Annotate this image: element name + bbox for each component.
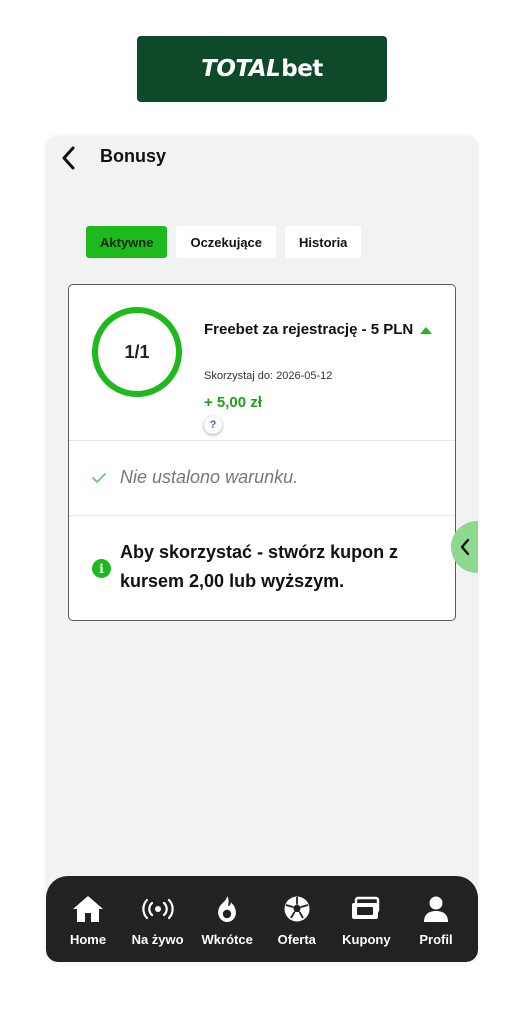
chevron-left-icon	[62, 146, 75, 170]
check-icon	[92, 473, 106, 483]
app-window: Bonusy Aktywne Oczekujące Historia 1/1 F…	[46, 136, 478, 962]
header: Bonusy	[46, 136, 478, 180]
info-row: i Aby skorzystać - stwórz kupon z kursem…	[69, 516, 455, 620]
home-icon	[71, 894, 105, 924]
back-button[interactable]	[56, 144, 80, 172]
tab-aktywne[interactable]: Aktywne	[86, 226, 168, 258]
bonus-card-header: 1/1 Freebet za rejestrację - 5 PLN Skorz…	[69, 285, 455, 441]
help-button[interactable]: ?	[204, 416, 222, 434]
info-icon: i	[92, 559, 111, 578]
nav-coupons[interactable]: Kupony	[336, 894, 396, 962]
nav-profile-label: Profil	[419, 932, 453, 947]
nav-offer-label: Oferta	[277, 932, 316, 947]
totalbet-logo: TOTAL bet	[137, 36, 387, 102]
tab-oczekujace[interactable]: Oczekujące	[176, 226, 277, 258]
nav-soon[interactable]: Wkrótce	[197, 894, 257, 962]
logo-main: TOTAL	[201, 56, 281, 82]
condition-text: Nie ustalono warunku.	[120, 467, 299, 487]
flame-icon	[210, 894, 244, 924]
nav-profile[interactable]: Profil	[406, 894, 466, 962]
collapse-button[interactable]	[417, 323, 435, 335]
tab-historia[interactable]: Historia	[285, 226, 362, 258]
logo-suffix: bet	[281, 56, 323, 82]
condition-row: Nie ustalono warunku.	[69, 441, 455, 516]
nav-home[interactable]: Home	[58, 894, 118, 962]
bonus-tabs: Aktywne Oczekujące Historia	[86, 226, 362, 258]
progress-label: 1/1	[124, 341, 150, 362]
nav-offer[interactable]: Oferta	[267, 894, 327, 962]
bonus-card: 1/1 Freebet za rejestrację - 5 PLN Skorz…	[68, 284, 456, 621]
ball-icon	[280, 894, 314, 924]
question-icon: ?	[209, 419, 217, 431]
live-icon	[141, 894, 175, 924]
nav-live-label: Na żywo	[131, 932, 184, 947]
bonus-amount: + 5,00 zł	[204, 394, 262, 411]
nav-soon-label: Wkrótce	[201, 932, 253, 947]
chevron-left-icon	[460, 538, 470, 556]
info-icon-glyph: i	[99, 561, 104, 576]
bonus-expiry: Skorzystaj do: 2026-05-12	[204, 370, 333, 382]
triangle-up-icon	[420, 327, 432, 334]
nav-live[interactable]: Na żywo	[128, 894, 188, 962]
page-title: Bonusy	[100, 146, 167, 166]
profile-icon	[419, 894, 453, 924]
nav-coupons-label: Kupony	[342, 932, 391, 947]
bottom-navigation: Home Na żywo Wkrótce Oferta Kupony Profi…	[46, 876, 478, 962]
nav-home-label: Home	[69, 932, 107, 947]
bonus-title: Freebet za rejestrację - 5 PLN	[204, 321, 414, 338]
coupon-icon	[349, 894, 383, 924]
info-text: Aby skorzystać - stwórz kupon z kursem 2…	[120, 542, 399, 591]
